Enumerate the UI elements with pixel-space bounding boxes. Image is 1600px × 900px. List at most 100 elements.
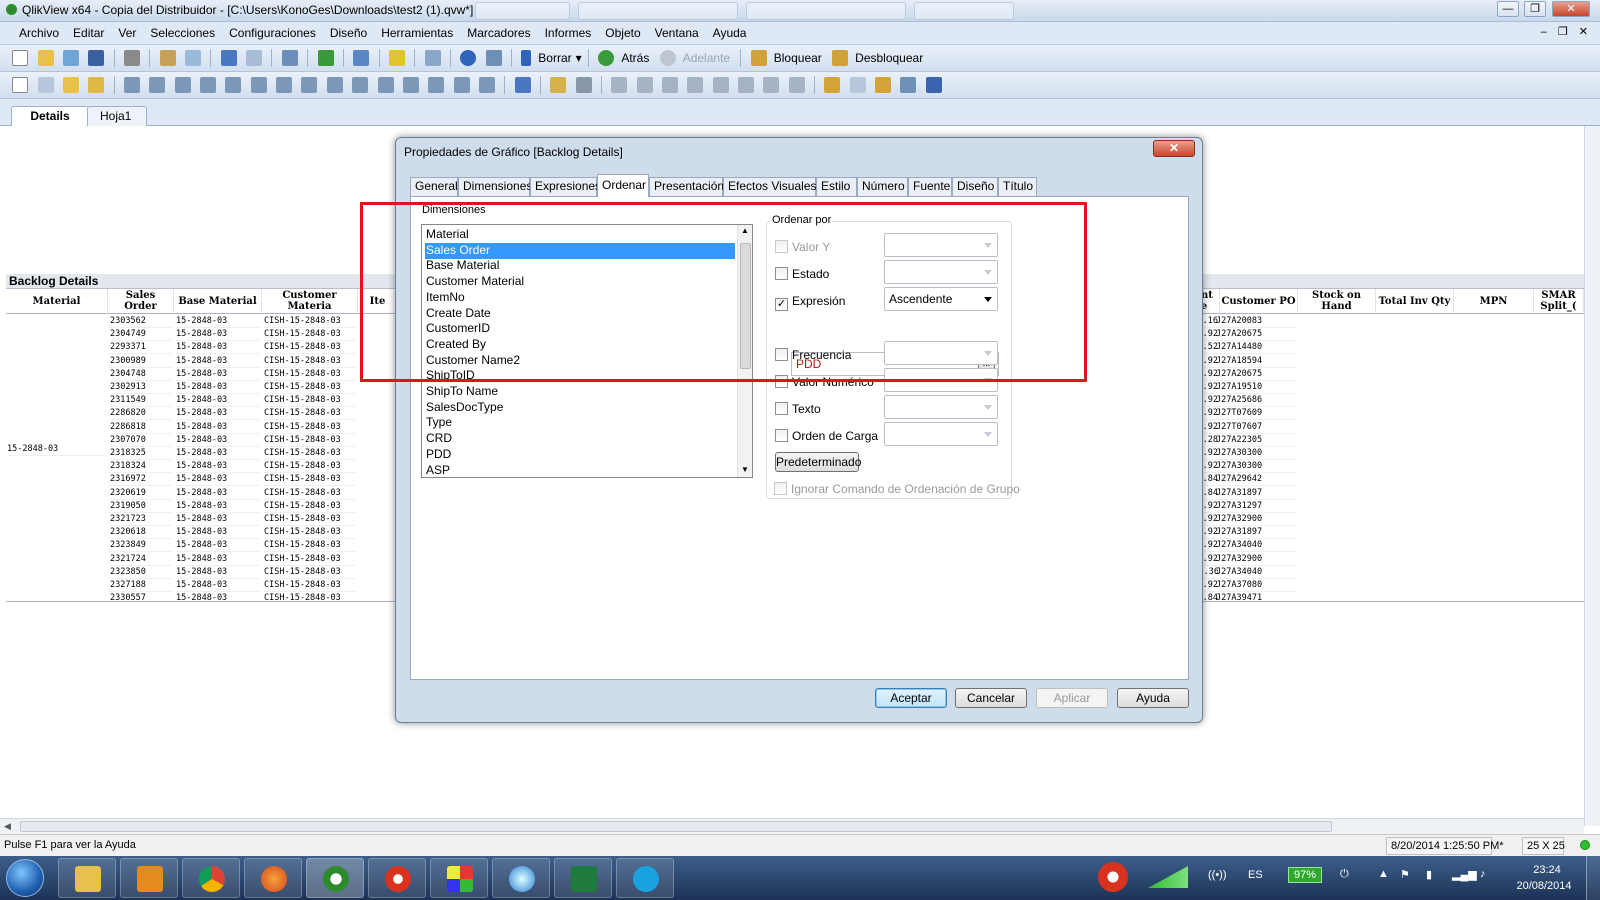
search-icon[interactable]	[281, 50, 298, 66]
atras-button[interactable]: Atrás	[617, 51, 653, 65]
dimension-item[interactable]: PDD	[425, 447, 735, 463]
table-cell[interactable]: CISH-15-2848-03	[264, 579, 356, 592]
scroll-down-icon[interactable]: ▼	[741, 465, 749, 474]
table-cell[interactable]: CISH-15-2848-03	[264, 566, 356, 579]
textobject-icon[interactable]	[326, 77, 343, 93]
table-cell[interactable]: CISH-15-2848-03	[264, 407, 356, 421]
table-cell[interactable]: J27A32900	[1216, 553, 1296, 566]
dimension-item[interactable]: Sales Order	[425, 242, 735, 259]
currentselections-icon[interactable]	[276, 77, 293, 93]
orden-carga-checkbox[interactable]: Orden de Carga	[775, 428, 878, 446]
table-cell[interactable]: 2303562	[110, 315, 172, 328]
texto-dropdown[interactable]	[884, 395, 998, 419]
tab-expresiones[interactable]: Expresiones	[530, 177, 601, 196]
valor-numerico-checkbox[interactable]: Valor Numérico	[775, 374, 874, 392]
table-cell[interactable]: CISH-15-2848-03	[264, 394, 356, 408]
chrome-app[interactable]	[182, 858, 240, 898]
chart-wizard-icon[interactable]	[353, 50, 370, 66]
inputbox-icon[interactable]	[250, 77, 267, 93]
frecuencia-checkbox[interactable]: Frecuencia	[775, 347, 851, 365]
qlikview-app[interactable]	[306, 858, 364, 898]
ignore-group-sort-checkbox[interactable]: Ignorar Comando de Ordenación de Grupo	[774, 481, 1020, 499]
table-cell[interactable]: 15-2848-03	[176, 526, 260, 540]
table-cell[interactable]: 2286818	[110, 421, 172, 434]
table-cell[interactable]: 2321724	[110, 553, 172, 566]
table-cell[interactable]: 2318325	[110, 447, 172, 460]
dimension-item[interactable]: ItemNo	[425, 290, 735, 306]
column-header[interactable]: MPN	[1454, 289, 1534, 314]
button-icon[interactable]	[301, 77, 318, 93]
table-cell[interactable]: 15-2848-03	[176, 328, 260, 342]
signal-icon[interactable]: ▂▄▆	[1452, 868, 1477, 881]
menu-configuraciones[interactable]: Configuraciones	[222, 22, 323, 40]
tab-fuente[interactable]: Fuente	[908, 177, 952, 196]
tab-general[interactable]: General	[410, 177, 458, 196]
menu-herramientas[interactable]: Herramientas	[374, 22, 460, 40]
desbloquear-button[interactable]: Desbloquear	[851, 51, 927, 65]
table-cell[interactable]: 15-2848-03	[176, 487, 260, 500]
format-painter-icon[interactable]	[550, 77, 567, 93]
variables-icon[interactable]	[849, 77, 866, 93]
check-icon[interactable]	[317, 50, 334, 66]
table-cell[interactable]: 15-2848-03	[176, 579, 260, 592]
bookmark-object-icon[interactable]	[402, 77, 419, 93]
grid-icon[interactable]	[575, 77, 592, 93]
table-cell[interactable]: J27A20675	[1216, 328, 1296, 342]
close-window-button[interactable]: ✕	[1552, 1, 1590, 17]
reload-icon[interactable]	[63, 50, 80, 66]
table-cell[interactable]: CISH-15-2848-03	[264, 421, 356, 434]
listbox-icon[interactable]	[124, 77, 141, 93]
table-cell[interactable]: J27A20083	[1216, 315, 1296, 328]
table-cell[interactable]: 15-2848-03	[176, 553, 260, 566]
table-cell[interactable]: J27A31297	[1216, 500, 1296, 513]
document-props-icon[interactable]	[925, 77, 942, 93]
container-icon[interactable]	[453, 77, 470, 93]
material-cell[interactable]: 15-2848-03	[7, 443, 107, 456]
dimension-item[interactable]: CustomerID	[425, 321, 735, 337]
column-header[interactable]: Stock on Hand	[1298, 289, 1376, 314]
network-icon[interactable]: ▮	[1426, 868, 1432, 881]
save-icon[interactable]	[88, 50, 105, 66]
table-cell[interactable]: CISH-15-2848-03	[264, 513, 356, 526]
sheet-props-icon[interactable]	[88, 77, 105, 93]
estado-checkbox[interactable]: Estado	[775, 266, 829, 284]
table-cell[interactable]: 15-2848-03	[176, 381, 260, 394]
itunes-app[interactable]	[492, 858, 550, 898]
table-cell[interactable]: 2321723	[110, 513, 172, 526]
table-cell[interactable]: J27A31897	[1216, 526, 1296, 540]
table-cell[interactable]: 2302913	[110, 381, 172, 394]
battery-plug-icon[interactable]: ⏻	[1340, 868, 1349, 881]
maximize-button[interactable]: ❐	[1524, 1, 1546, 17]
table-cell[interactable]: 2304748	[110, 368, 172, 381]
table-cell[interactable]: CISH-15-2848-03	[264, 355, 356, 368]
minimize-button[interactable]: —	[1497, 1, 1519, 17]
table-cell[interactable]: 2323849	[110, 539, 172, 553]
expresion-order-dropdown[interactable]: Ascendente	[884, 287, 998, 311]
valor-y-checkbox[interactable]: Valor Y	[775, 239, 830, 257]
new-icon[interactable]	[12, 50, 29, 66]
table-cell[interactable]: 15-2848-03	[176, 368, 260, 381]
table-cell[interactable]: 15-2848-03	[176, 407, 260, 421]
table-cell[interactable]: 15-2848-03	[176, 341, 260, 355]
table-cell[interactable]: CISH-15-2848-03	[264, 592, 356, 601]
help-icon[interactable]	[460, 50, 477, 66]
table-cell[interactable]: 2327188	[110, 579, 172, 592]
table-cell[interactable]: 2311549	[110, 394, 172, 408]
cancelar-button[interactable]: Cancelar	[955, 688, 1027, 708]
align-top-icon[interactable]	[687, 77, 704, 93]
dimension-item[interactable]: SalesDocType	[425, 400, 735, 416]
table-cell[interactable]: CISH-15-2848-03	[264, 460, 356, 474]
table-cell[interactable]: 2323850	[110, 566, 172, 579]
dimension-item[interactable]: ASP	[425, 463, 735, 478]
show-hidden-icons[interactable]: ▲	[1378, 868, 1389, 880]
table-cell[interactable]: CISH-15-2848-03	[264, 526, 356, 540]
show-desktop-button[interactable]	[1586, 856, 1600, 900]
clock-date[interactable]: 20/08/2014	[1508, 880, 1580, 892]
menu-diseno[interactable]: Diseño	[323, 22, 374, 40]
table-cell[interactable]: 15-2848-03	[176, 592, 260, 601]
tab-presentacion[interactable]: Presentación	[649, 177, 724, 196]
table-cell[interactable]: 15-2848-03	[176, 539, 260, 553]
aplicar-button[interactable]: Aplicar	[1036, 688, 1108, 708]
tab-numero[interactable]: Número	[857, 177, 908, 196]
frecuencia-dropdown[interactable]	[884, 341, 998, 365]
